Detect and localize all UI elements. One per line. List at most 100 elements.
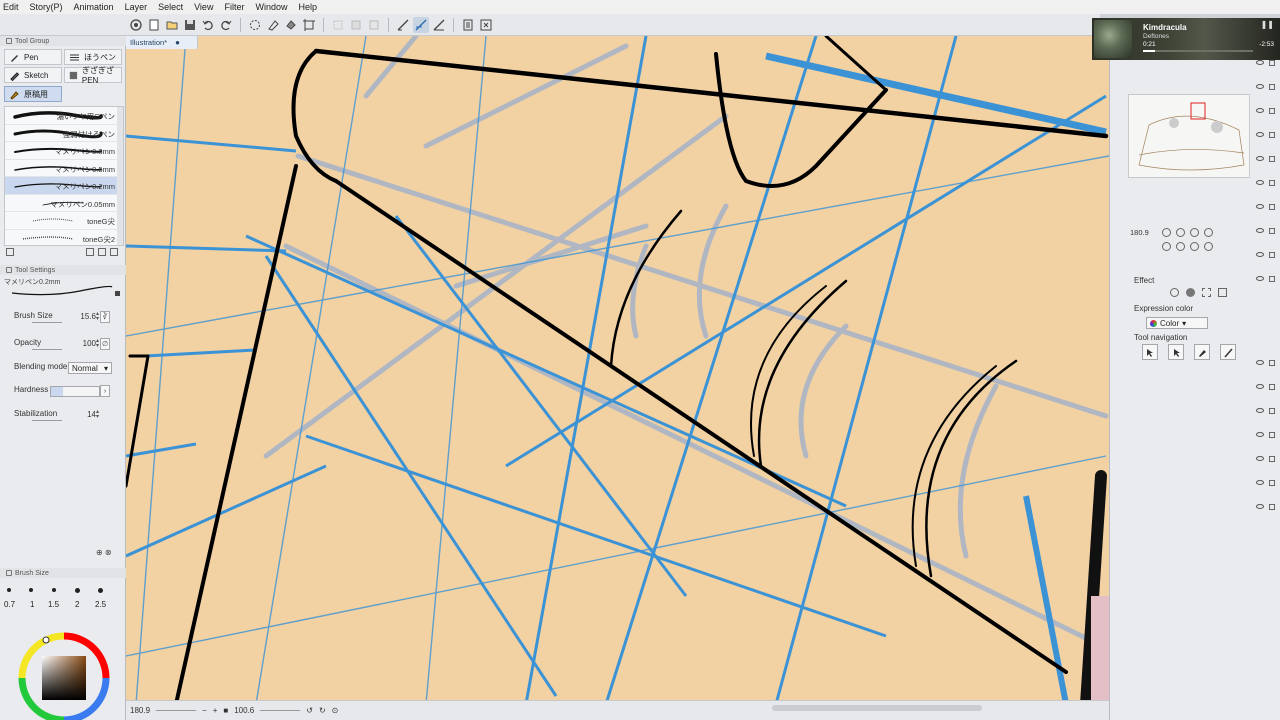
eye-icon[interactable] [1256,456,1264,461]
lock-checkbox[interactable] [1269,108,1275,114]
track-progress-bar[interactable] [1143,50,1253,52]
size-dot-icon[interactable] [29,588,33,592]
size-label[interactable]: 1.5 [48,600,59,609]
lock-checkbox[interactable] [1269,276,1275,282]
eye-icon[interactable] [1256,180,1264,185]
tool-nav-brush-icon[interactable] [1220,344,1236,360]
zoom-value[interactable]: 180.9 [130,706,150,715]
stop-icon[interactable]: ■ [223,706,228,715]
page-icon[interactable] [460,17,476,33]
new-file-icon[interactable] [146,17,162,33]
brush-item[interactable]: マメリペン0.5mm [5,160,123,177]
loading-icon[interactable] [247,17,263,33]
menu-select[interactable]: Select [158,2,194,12]
transform-icon[interactable] [301,17,317,33]
clip-studio-icon[interactable] [128,17,144,33]
eye-icon[interactable] [1256,384,1264,389]
tool-hopen[interactable]: ほうペン [64,49,122,65]
copy-icon[interactable] [86,248,94,256]
lock-checkbox[interactable] [1269,204,1275,210]
settings-icon[interactable] [6,248,14,256]
lock-checkbox[interactable] [1269,408,1275,414]
angle-slider[interactable] [260,710,301,711]
lock-checkbox[interactable] [1269,132,1275,138]
lock-checkbox[interactable] [1269,156,1275,162]
size-label[interactable]: 1 [30,600,34,609]
blending-mode-select[interactable]: Normal ▾ [68,362,112,374]
rotate-left-icon[interactable]: ↺ [306,706,313,715]
expression-color-select[interactable]: Color ▾ [1146,317,1208,329]
undo-icon[interactable] [200,17,216,33]
menu-view[interactable]: View [194,2,224,12]
pressure-icon[interactable]: ∛ [100,311,110,323]
effect-extract-icon[interactable] [1218,288,1227,297]
clear-icon[interactable] [265,17,281,33]
lock-icon[interactable] [115,291,120,296]
actual-size-icon[interactable] [1190,228,1199,237]
eye-icon[interactable] [1256,360,1264,365]
lock-checkbox[interactable] [1269,60,1275,66]
tab-illustration[interactable]: Illustration* ● [126,36,198,49]
save-icon[interactable] [182,17,198,33]
lock-checkbox[interactable] [1269,252,1275,258]
artwork[interactable] [126,36,1109,704]
brush-item[interactable]: 強弱付けるペン [5,125,123,142]
spin-icon[interactable]: ▴ ▾ [96,409,102,420]
reset-rotation-icon[interactable]: ⊙ [332,706,339,715]
menu-layer[interactable]: Layer [125,2,159,12]
pause-icon[interactable]: ❚❚ [1261,20,1274,29]
eye-icon[interactable] [1256,60,1264,65]
zoom-out-icon[interactable]: − [202,706,207,715]
effect-tone-icon[interactable] [1202,288,1211,297]
opacity-slider[interactable] [32,349,62,350]
zoom-in-icon[interactable]: + [213,706,218,715]
lock-checkbox[interactable] [1269,180,1275,186]
lock-checkbox[interactable] [1269,480,1275,486]
drawing-canvas[interactable] [126,36,1109,704]
tool-genkouyou[interactable]: 原稿用 [4,86,62,102]
size-label[interactable]: 0.7 [4,600,15,609]
menu-help[interactable]: Help [298,2,328,12]
zoom-in-icon[interactable] [1176,228,1185,237]
eye-icon[interactable] [1256,276,1264,281]
tool-property-footer-icons[interactable]: ⊕ ⊗ [96,548,112,557]
brush-size-value[interactable]: 15.6 [80,312,96,321]
hue-handle-icon[interactable] [42,636,50,644]
tool-pen[interactable]: Pen [4,49,62,65]
eye-icon[interactable] [1256,108,1264,113]
tool-nav-select-icon[interactable] [1142,344,1158,360]
redo-icon[interactable] [218,17,234,33]
eye-icon[interactable] [1256,228,1264,233]
stabilization-slider[interactable] [32,420,62,421]
grid-snap-icon[interactable] [431,17,447,33]
size-label[interactable]: 2.5 [95,600,106,609]
zoom-slider[interactable] [156,710,197,711]
lock-checkbox[interactable] [1269,432,1275,438]
menu-animation[interactable]: Animation [74,2,125,12]
size-dot-icon[interactable] [98,588,103,593]
eye-icon[interactable] [1256,84,1264,89]
panel-menu-icon[interactable] [6,570,12,576]
lock-checkbox[interactable] [1269,504,1275,510]
chevron-right-icon[interactable]: › [100,385,110,397]
brush-item[interactable]: 濃いツヤ用Gペン [5,107,123,125]
menu-filter[interactable]: Filter [224,2,255,12]
fit-icon[interactable] [1204,228,1213,237]
color-wheel[interactable] [14,632,114,720]
special-ruler-snap-icon[interactable] [413,16,429,33]
eye-icon[interactable] [1256,480,1264,485]
settings-icon[interactable] [478,17,494,33]
tool-gizagiza[interactable]: ぎざぎざPEN [64,66,122,85]
eye-icon[interactable] [1256,432,1264,437]
eye-icon[interactable] [1256,156,1264,161]
lock-checkbox[interactable] [1269,360,1275,366]
eye-icon[interactable] [1256,504,1264,509]
horizontal-scrollbar[interactable] [772,705,982,711]
brush-item[interactable]: toneG尖 [5,212,123,230]
menu-edit[interactable]: Edit [0,2,30,12]
hardness-selector[interactable] [50,386,100,397]
brush-item[interactable]: toneG尖2 [5,230,123,246]
brush-size-setting[interactable]: Brush Size 15.6 ▴ ▾ ∛ [0,309,122,327]
panel-menu-icon[interactable] [6,267,12,273]
angle-value[interactable]: 100.6 [234,706,254,715]
